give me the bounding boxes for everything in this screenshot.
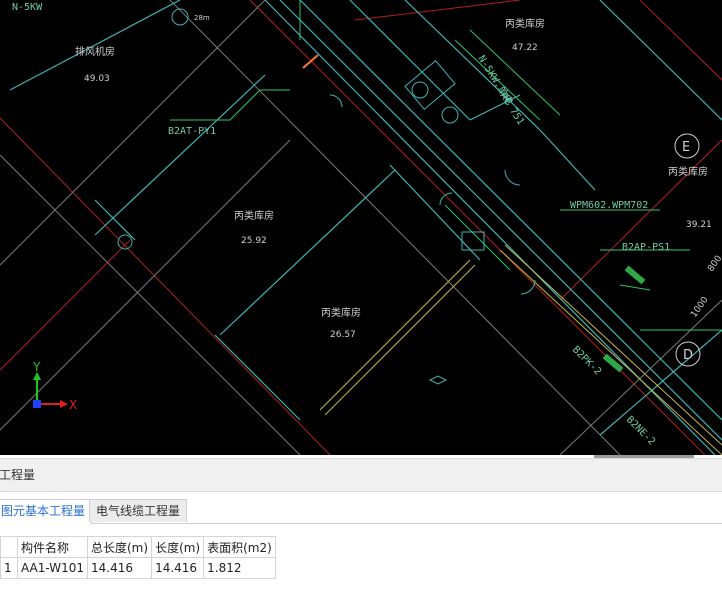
cell-surface-area[interactable]: 1.812	[203, 557, 276, 579]
cad-drawing[interactable]: E D 排风机房 49.03 丙类库房 47.22 丙类库房 25.92 丙类库…	[0, 0, 722, 455]
bus-lines	[319, 244, 722, 455]
ucs-axis-icon: Y X	[32, 360, 77, 412]
svg-text:D: D	[683, 348, 693, 363]
column-header-length[interactable]: 长度(m)	[151, 536, 205, 558]
tab-cable-quantity[interactable]: 电气线缆工程量	[89, 499, 188, 522]
grid-marker-e: E	[674, 133, 700, 159]
room-area-4: 26.57	[330, 330, 356, 340]
annotation-n5kw: N-5KW	[12, 2, 43, 13]
svg-text:X: X	[69, 398, 77, 412]
grid-axis-lines	[0, 0, 722, 455]
column-header-total-length[interactable]: 总长度(m)	[86, 536, 153, 558]
table-row[interactable]: 1 AA1-W101 14.416 14.416 1.812	[0, 557, 276, 579]
wall-lines	[9, 0, 722, 455]
grid-marker-d: D	[675, 341, 701, 367]
room-area-3: 25.92	[241, 236, 267, 246]
panel-title-bar: 工程量	[0, 459, 722, 492]
room-area-1: 49.03	[84, 74, 110, 84]
room-label-4: 丙类库房	[321, 306, 361, 319]
quantity-table: 构件名称 总长度(m) 长度(m) 表面积(m2) 1 AA1-W101 14.…	[0, 536, 276, 579]
room-label-3: 丙类库房	[234, 209, 274, 222]
equipment-block-1[interactable]	[624, 265, 646, 285]
column-header-name[interactable]: 构件名称	[17, 536, 88, 558]
panel-title: 工程量	[0, 468, 36, 482]
svg-text:Y: Y	[32, 360, 41, 374]
annotation-wpm: WPM602.WPM702	[570, 200, 648, 211]
equipment-block-2[interactable]	[602, 353, 624, 373]
cell-total-length[interactable]: 14.416	[86, 557, 153, 579]
dimension-800: 800	[706, 254, 722, 274]
svg-text:E: E	[682, 140, 690, 155]
tab-element-quantity[interactable]: 图元基本工程量	[0, 499, 93, 524]
annotation-28m: 28m	[194, 14, 210, 22]
cell-length[interactable]: 14.416	[151, 557, 205, 579]
room-label-1: 排风机房	[75, 45, 115, 58]
annotation-b2at-py1: B2AT-PY1	[168, 126, 216, 137]
room-label-2: 丙类库房	[505, 17, 545, 30]
annotation-b2pk-2: B2PK-2	[570, 344, 603, 377]
annotation-b2ap-ps1: B2AP-PS1	[622, 242, 670, 253]
room-area-5: 39.21	[686, 220, 712, 230]
tab-bar: 图元基本工程量 电气线缆工程量	[0, 499, 722, 524]
room-label-5: 丙类库房	[668, 165, 708, 178]
column-header-index	[0, 536, 18, 558]
cad-drawing-canvas[interactable]: E D 排风机房 49.03 丙类库房 47.22 丙类库房 25.92 丙类库…	[0, 0, 722, 455]
quantity-panel: 工程量 图元基本工程量 电气线缆工程量 构件名称 总长度(m) 长度(m) 表面…	[0, 458, 722, 603]
cell-name[interactable]: AA1-W101	[17, 557, 88, 579]
cell-index: 1	[0, 557, 18, 579]
red-boundary-lines	[0, 0, 722, 455]
room-area-2: 47.22	[512, 43, 538, 53]
column-header-surface-area[interactable]: 表面积(m2)	[203, 536, 276, 558]
dimension-1000: 1000	[689, 295, 710, 320]
annotation-b2ne-2: B2NE-2	[624, 414, 657, 447]
table-header-row: 构件名称 总长度(m) 长度(m) 表面积(m2)	[0, 536, 276, 558]
